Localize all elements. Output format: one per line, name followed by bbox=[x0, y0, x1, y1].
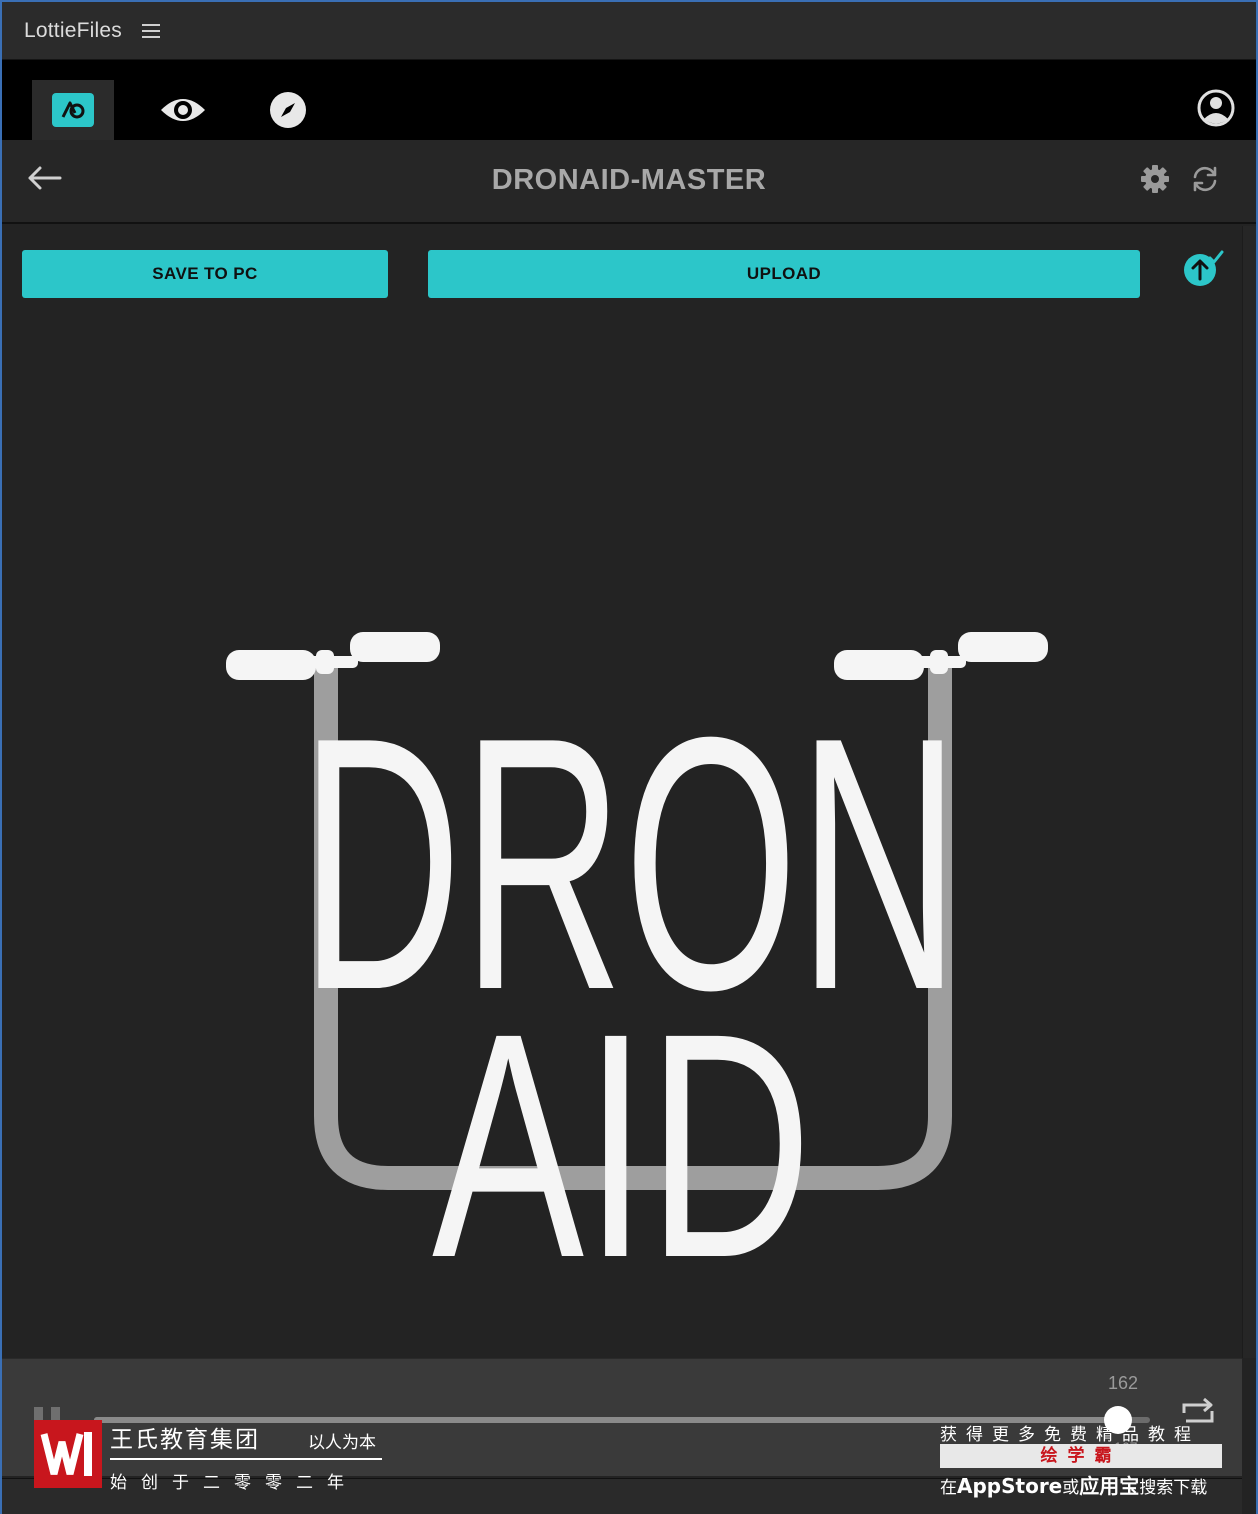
upload-check-icon bbox=[1184, 250, 1224, 286]
watermark-left: 王氏教育集团 以人为本 始创于二零零二年 bbox=[34, 1420, 394, 1493]
watermark-right: 获得更多免费精品教程 绘学霸 在AppStore或应用宝搜索下载 bbox=[938, 1420, 1224, 1498]
settings-button[interactable] bbox=[1140, 164, 1170, 194]
panel-title: LottieFiles bbox=[24, 18, 122, 42]
gear-icon bbox=[1141, 165, 1169, 193]
tab-bar bbox=[2, 60, 1256, 140]
lottiefiles-panel: LottieFiles DRONAID-MASTER DRON AID SAVE… bbox=[0, 0, 1258, 1514]
watermark-promo: 获得更多免费精品教程 bbox=[940, 1425, 1200, 1445]
watermark-slogan: 以人为本 bbox=[308, 1433, 376, 1453]
document-title: DRONAID-MASTER bbox=[491, 164, 767, 196]
user-icon bbox=[1197, 89, 1235, 127]
compass-icon bbox=[270, 92, 306, 128]
menu-icon[interactable] bbox=[141, 23, 160, 38]
lottie-icon bbox=[52, 93, 94, 127]
save-to-pc-button[interactable]: SAVE TO PC bbox=[22, 250, 388, 298]
artwork-line-2: AID bbox=[432, 966, 812, 1324]
dronaid-artwork: DRON AID bbox=[226, 632, 1048, 1324]
upload-status-button[interactable] bbox=[1180, 248, 1226, 288]
current-frame-label: 162 bbox=[1108, 1373, 1139, 1393]
panel-header: LottieFiles bbox=[2, 2, 1256, 60]
watermark-org-name: 王氏教育集团 bbox=[110, 1427, 260, 1453]
tab-lottie[interactable] bbox=[32, 80, 114, 140]
watermark-download: 在AppStore或应用宝搜索下载 bbox=[940, 1474, 1208, 1498]
tab-preview[interactable] bbox=[142, 80, 224, 140]
watermark-logo bbox=[34, 1420, 102, 1488]
watermark-founded: 始创于二零零二年 bbox=[110, 1473, 358, 1493]
tab-explore[interactable] bbox=[247, 80, 329, 140]
preview-area: DRON AID SAVE TO PC UPLOAD bbox=[2, 226, 1242, 1358]
user-account-button[interactable] bbox=[1196, 88, 1236, 128]
document-titlebar: DRONAID-MASTER bbox=[2, 140, 1256, 224]
eye-icon bbox=[161, 99, 205, 121]
refresh-button[interactable] bbox=[1190, 164, 1220, 194]
watermark-brand: 绘学霸 bbox=[940, 1444, 1222, 1468]
upload-button[interactable]: UPLOAD bbox=[428, 250, 1140, 298]
scrollbar[interactable] bbox=[1242, 226, 1256, 1358]
refresh-icon bbox=[1193, 166, 1217, 192]
